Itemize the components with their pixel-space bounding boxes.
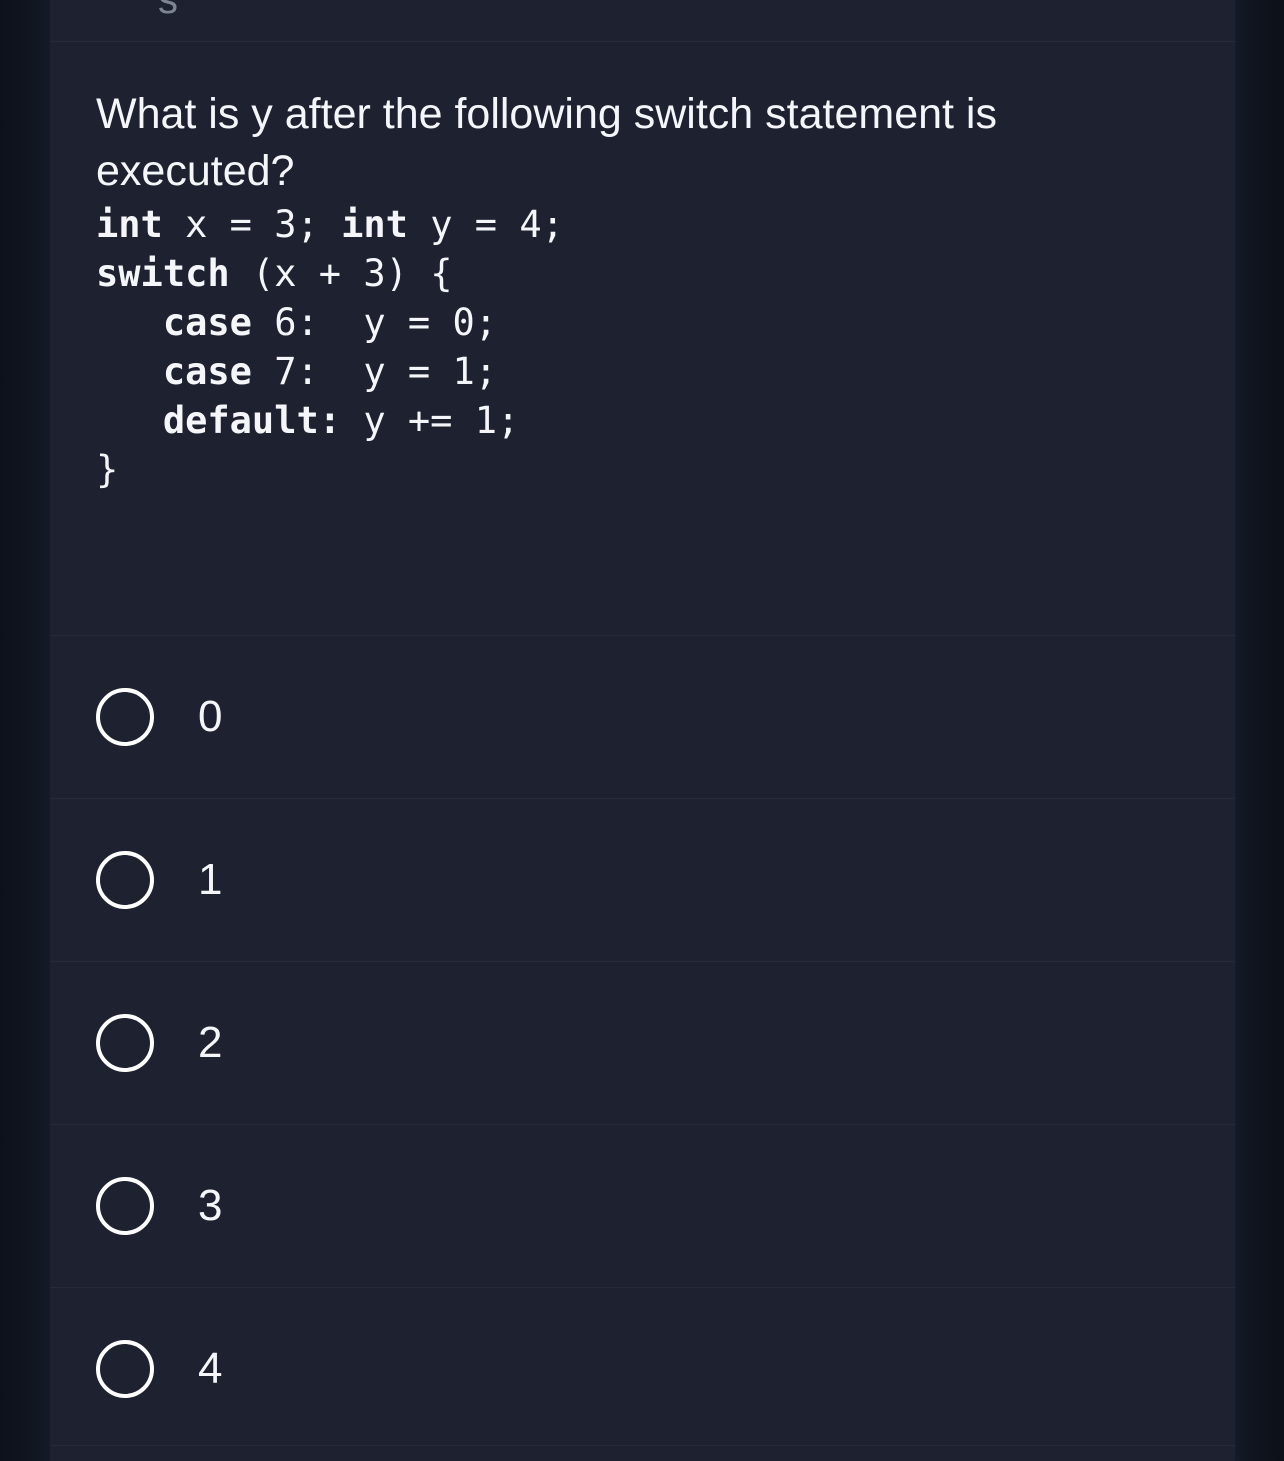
page-gutter-right bbox=[1235, 0, 1284, 1461]
question-prompt: What is y after the following switch sta… bbox=[96, 90, 1009, 195]
question-card: s What is y after the following switch s… bbox=[50, 0, 1235, 1461]
radio-button-icon-4[interactable] bbox=[96, 1340, 154, 1398]
scrolled-content-remnant: s bbox=[50, 0, 1235, 41]
quiz-viewport: s What is y after the following switch s… bbox=[0, 0, 1284, 1461]
code-keyword: int bbox=[341, 203, 408, 246]
divider-bottom bbox=[50, 1445, 1235, 1446]
radio-button-icon-0[interactable] bbox=[96, 688, 154, 746]
radio-button-icon-2[interactable] bbox=[96, 1014, 154, 1072]
radio-button-icon-1[interactable] bbox=[96, 851, 154, 909]
answer-option-0[interactable]: 0 bbox=[50, 635, 1235, 798]
page-gutter-left bbox=[0, 0, 50, 1461]
code-keyword: int bbox=[96, 203, 163, 246]
answer-option-label-0: 0 bbox=[198, 692, 223, 741]
code-keyword: switch bbox=[96, 252, 230, 295]
code-keyword: case bbox=[162, 301, 252, 344]
answer-option-label-3: 3 bbox=[198, 1181, 223, 1230]
question-body: What is y after the following switch sta… bbox=[50, 42, 1235, 494]
radio-button-icon-3[interactable] bbox=[96, 1177, 154, 1235]
answer-option-4[interactable]: 4 bbox=[50, 1287, 1235, 1450]
question-code-block: int x = 3; int y = 4; switch (x + 3) { c… bbox=[96, 200, 1189, 494]
answer-option-1[interactable]: 1 bbox=[50, 798, 1235, 961]
remnant-glyph: s bbox=[158, 0, 179, 22]
answer-option-label-4: 4 bbox=[198, 1344, 223, 1393]
code-keyword: default: bbox=[162, 399, 342, 442]
answer-option-label-1: 1 bbox=[198, 855, 223, 904]
code-content: int x = 3; int y = 4; switch (x + 3) { c… bbox=[96, 203, 564, 491]
answer-options-list: 0 1 2 3 4 bbox=[50, 635, 1235, 1450]
answer-option-3[interactable]: 3 bbox=[50, 1124, 1235, 1287]
answer-option-2[interactable]: 2 bbox=[50, 961, 1235, 1124]
code-keyword: case bbox=[162, 350, 252, 393]
answer-option-label-2: 2 bbox=[198, 1018, 223, 1067]
